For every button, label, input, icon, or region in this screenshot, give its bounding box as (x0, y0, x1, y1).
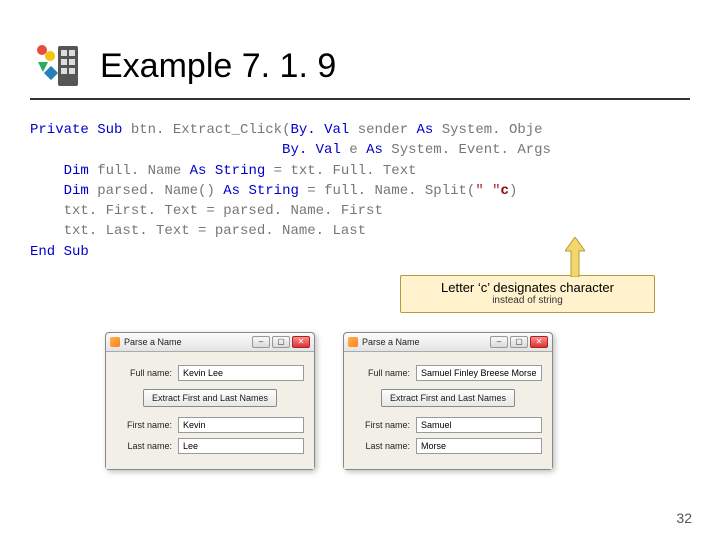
close-button[interactable]: ✕ (292, 336, 310, 348)
firstname-field[interactable]: Kevin (178, 417, 304, 433)
code-split-call: = full. Name. Split( (299, 183, 475, 199)
minimize-button[interactable]: – (490, 336, 508, 348)
window-body: Full name: Kevin Lee Extract First and L… (106, 352, 314, 469)
code-string-literal: " " (475, 183, 500, 199)
kw-private: Private (30, 122, 89, 138)
kw-dim: Dim (64, 163, 89, 179)
code-assign-fullname: = txt. Full. Text (265, 163, 416, 179)
kw-as: As (417, 122, 434, 138)
kw-sub: Sub (97, 122, 122, 138)
code-type-evtargs: System. Event. Args (383, 142, 551, 158)
minimize-button[interactable]: – (252, 336, 270, 348)
kw-byval: By. Val (282, 142, 341, 158)
callout-box: Letter ‘c’ designates character instead … (400, 275, 655, 313)
firstname-label: First name: (354, 420, 410, 430)
kw-end: End (30, 244, 55, 260)
demo-window: Parse a Name – ▢ ✕ Full name: Samuel Fin… (343, 332, 553, 470)
app-icon (348, 337, 358, 347)
app-icon (110, 337, 120, 347)
fullname-field[interactable]: Kevin Lee (178, 365, 304, 381)
firstname-label: First name: (116, 420, 172, 430)
extract-button[interactable]: Extract First and Last Names (143, 389, 277, 407)
callout: Letter ‘c’ designates character instead … (400, 275, 655, 313)
slide-title: Example 7. 1. 9 (100, 47, 336, 86)
code-method-name: btn. Extract_Click( (131, 122, 291, 138)
maximize-button[interactable]: ▢ (510, 336, 528, 348)
fullname-label: Full name: (354, 368, 410, 378)
kw-byval: By. Val (290, 122, 349, 138)
maximize-button[interactable]: ▢ (272, 336, 290, 348)
demo-window: Parse a Name – ▢ ✕ Full name: Kevin Lee … (105, 332, 315, 470)
kw-string: String (206, 163, 265, 179)
window-titlebar: Parse a Name – ▢ ✕ (106, 333, 314, 352)
fullname-field[interactable]: Samuel Finley Breese Morse (416, 365, 542, 381)
arrow-up-icon (565, 237, 585, 277)
callout-sub-text: instead of string (409, 295, 646, 306)
code-param-e: e (341, 142, 366, 158)
code-var-parsed: parsed. Name() (89, 183, 223, 199)
kw-sub: Sub (64, 244, 89, 260)
code-type-sysobj: System. Obje (433, 122, 542, 138)
kw-as: As (190, 163, 207, 179)
code-line-first: txt. First. Text = parsed. Name. First (30, 203, 383, 219)
callout-main-text: Letter ‘c’ designates character (409, 280, 646, 295)
window-body: Full name: Samuel Finley Breese Morse Ex… (344, 352, 552, 469)
code-char-suffix: c (501, 183, 509, 199)
extract-button[interactable]: Extract First and Last Names (381, 389, 515, 407)
logo-icon (30, 40, 82, 92)
kw-dim: Dim (64, 183, 89, 199)
window-title: Parse a Name (124, 337, 182, 347)
window-titlebar: Parse a Name – ▢ ✕ (344, 333, 552, 352)
code-var-fullname: full. Name (89, 163, 190, 179)
slide: Example 7. 1. 9 Private Sub btn. Extract… (0, 0, 720, 540)
lastname-label: Last name: (116, 441, 172, 451)
windows-row: Parse a Name – ▢ ✕ Full name: Kevin Lee … (105, 332, 553, 470)
code-line-last: txt. Last. Text = parsed. Name. Last (30, 223, 366, 239)
page-number: 32 (676, 510, 692, 526)
lastname-field[interactable]: Lee (178, 438, 304, 454)
kw-as: As (366, 142, 383, 158)
code-param-sender: sender (349, 122, 416, 138)
kw-string: String (240, 183, 299, 199)
lastname-label: Last name: (354, 441, 410, 451)
code-close-paren: ) (509, 183, 517, 199)
code-block: Private Sub btn. Extract_Click(By. Val s… (30, 120, 690, 262)
slide-header: Example 7. 1. 9 (30, 40, 690, 100)
firstname-field[interactable]: Samuel (416, 417, 542, 433)
close-button[interactable]: ✕ (530, 336, 548, 348)
fullname-label: Full name: (116, 368, 172, 378)
window-title: Parse a Name (362, 337, 420, 347)
kw-as: As (223, 183, 240, 199)
lastname-field[interactable]: Morse (416, 438, 542, 454)
